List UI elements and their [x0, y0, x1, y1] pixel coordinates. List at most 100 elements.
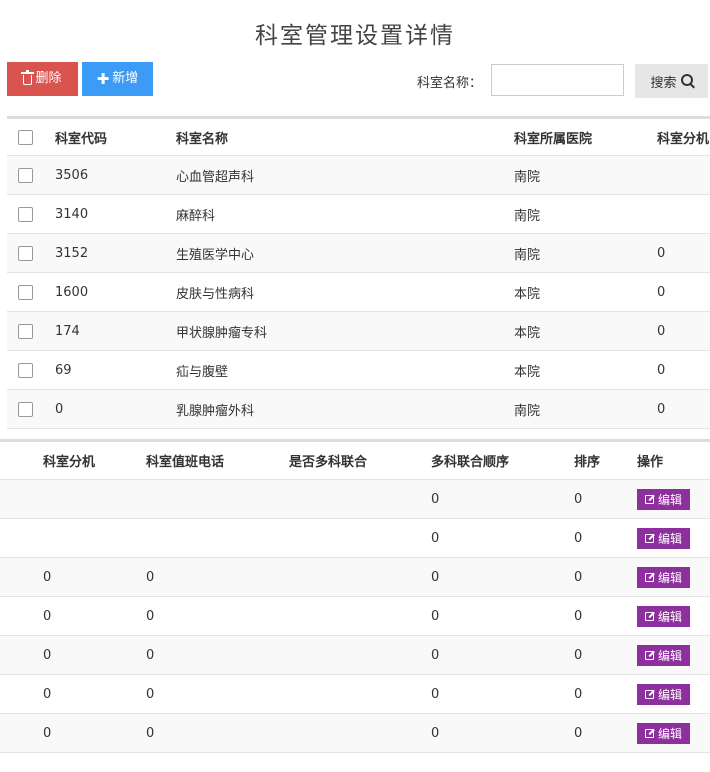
action-cell: 编辑: [637, 713, 710, 753]
column-header: 科室代码: [55, 117, 176, 156]
table-cell: 0: [43, 635, 146, 675]
table-cell: 南院: [514, 389, 657, 429]
edit-button-label: 编辑: [658, 492, 683, 507]
edit-button[interactable]: 编辑: [637, 722, 691, 744]
edit-icon: [645, 611, 654, 621]
table-cell: 0: [146, 713, 289, 753]
add-button[interactable]: ✚ 新增: [82, 62, 153, 96]
edit-icon: [645, 728, 654, 738]
add-button-label: 新增: [112, 71, 139, 86]
table-row: 3152 生殖医学中心 南院 0: [7, 233, 710, 273]
column-header: 是否多科联合: [289, 440, 431, 480]
spacer-cell: [0, 596, 43, 636]
spacer-cell: [0, 674, 43, 714]
table-cell: 3506: [55, 155, 176, 195]
row-select-cell[interactable]: [7, 194, 55, 234]
edit-button-label: 编辑: [658, 687, 683, 702]
table-cell: 0: [146, 674, 289, 714]
search-button[interactable]: 搜索: [635, 64, 708, 98]
table-cell: [289, 713, 431, 753]
department-name-search-input[interactable]: [491, 64, 624, 96]
row-checkbox[interactable]: [18, 284, 33, 300]
edit-button[interactable]: 编辑: [637, 527, 691, 549]
table-cell: 0: [657, 311, 710, 351]
edit-button[interactable]: 编辑: [637, 644, 691, 666]
edit-icon: [645, 572, 654, 582]
edit-button-label: 编辑: [658, 531, 683, 546]
table-cell: 3140: [55, 194, 176, 234]
row-select-cell[interactable]: [7, 272, 55, 312]
select-all-cell[interactable]: [7, 117, 55, 156]
column-header: 排序: [574, 440, 637, 480]
table-cell: 疝与腹壁: [176, 350, 514, 390]
table-cell: [289, 518, 431, 558]
table-cell: [289, 596, 431, 636]
row-select-cell[interactable]: [7, 233, 55, 273]
action-cell: 编辑: [637, 635, 710, 675]
table-cell: 南院: [514, 194, 657, 234]
row-checkbox[interactable]: [18, 362, 33, 378]
table-cell: 0: [574, 479, 637, 519]
department-table-top: 科室代码 科室名称 科室所属医院 科室分机 3506 心血管超声科 南院 3140 麻醉…: [7, 116, 710, 429]
spacer-cell: [0, 518, 43, 558]
table-cell: 0: [146, 557, 289, 597]
table-row: 0 0 0 0 编辑: [0, 635, 710, 675]
select-all-checkbox[interactable]: [18, 129, 33, 145]
table-cell: 南院: [514, 233, 657, 273]
action-cell: 编辑: [637, 674, 710, 714]
row-checkbox[interactable]: [18, 167, 33, 183]
table-cell: 0: [55, 389, 176, 429]
column-header: 多科联合顺序: [431, 440, 574, 480]
table-cell: 0: [146, 635, 289, 675]
table-cell: 3152: [55, 233, 176, 273]
edit-button-label: 编辑: [658, 648, 683, 663]
row-checkbox[interactable]: [18, 401, 33, 417]
delete-button[interactable]: 删除: [7, 62, 78, 96]
page-title: 科室管理设置详情: [255, 23, 455, 49]
table-cell: 本院: [514, 350, 657, 390]
row-checkbox[interactable]: [18, 323, 33, 339]
table-cell: 69: [55, 350, 176, 390]
column-header: 科室分机: [43, 440, 146, 480]
table-cell: [657, 155, 710, 195]
table-cell: 0: [43, 713, 146, 753]
edit-button[interactable]: 编辑: [637, 488, 691, 510]
spacer-cell: [0, 440, 43, 480]
edit-icon: [645, 533, 654, 543]
trash-icon: [21, 70, 35, 85]
table-row: 69 疝与腹壁 本院 0: [7, 350, 710, 390]
table-cell: 0: [43, 596, 146, 636]
column-header: 科室所属医院: [514, 117, 657, 156]
table-cell: 0: [431, 674, 574, 714]
table-cell: [43, 479, 146, 519]
spacer-cell: [0, 713, 43, 753]
table-cell: 乳腺肿瘤外科: [176, 389, 514, 429]
table-cell: 皮肤与性病科: [176, 272, 514, 312]
table-cell: 0: [431, 479, 574, 519]
table-cell: [289, 635, 431, 675]
table-cell: 南院: [514, 155, 657, 195]
table-cell: 0: [657, 233, 710, 273]
delete-button-label: 删除: [35, 71, 62, 86]
row-checkbox[interactable]: [18, 245, 33, 261]
edit-icon: [645, 689, 654, 699]
table-cell: 174: [55, 311, 176, 351]
row-select-cell[interactable]: [7, 311, 55, 351]
table-cell: [289, 674, 431, 714]
row-select-cell[interactable]: [7, 350, 55, 390]
spacer-cell: [0, 635, 43, 675]
action-cell: 编辑: [637, 518, 710, 558]
edit-button[interactable]: 编辑: [637, 683, 691, 705]
edit-button[interactable]: 编辑: [637, 605, 691, 627]
search-button-label: 搜索: [650, 75, 677, 91]
edit-icon: [645, 650, 654, 660]
edit-button[interactable]: 编辑: [637, 566, 691, 588]
table-cell: 0: [574, 557, 637, 597]
row-checkbox[interactable]: [18, 206, 33, 222]
table-cell: [289, 479, 431, 519]
row-select-cell[interactable]: [7, 389, 55, 429]
table-row: 0 0 0 0 编辑: [0, 557, 710, 597]
table-cell: 0: [574, 596, 637, 636]
row-select-cell[interactable]: [7, 155, 55, 195]
edit-icon: [645, 494, 654, 504]
